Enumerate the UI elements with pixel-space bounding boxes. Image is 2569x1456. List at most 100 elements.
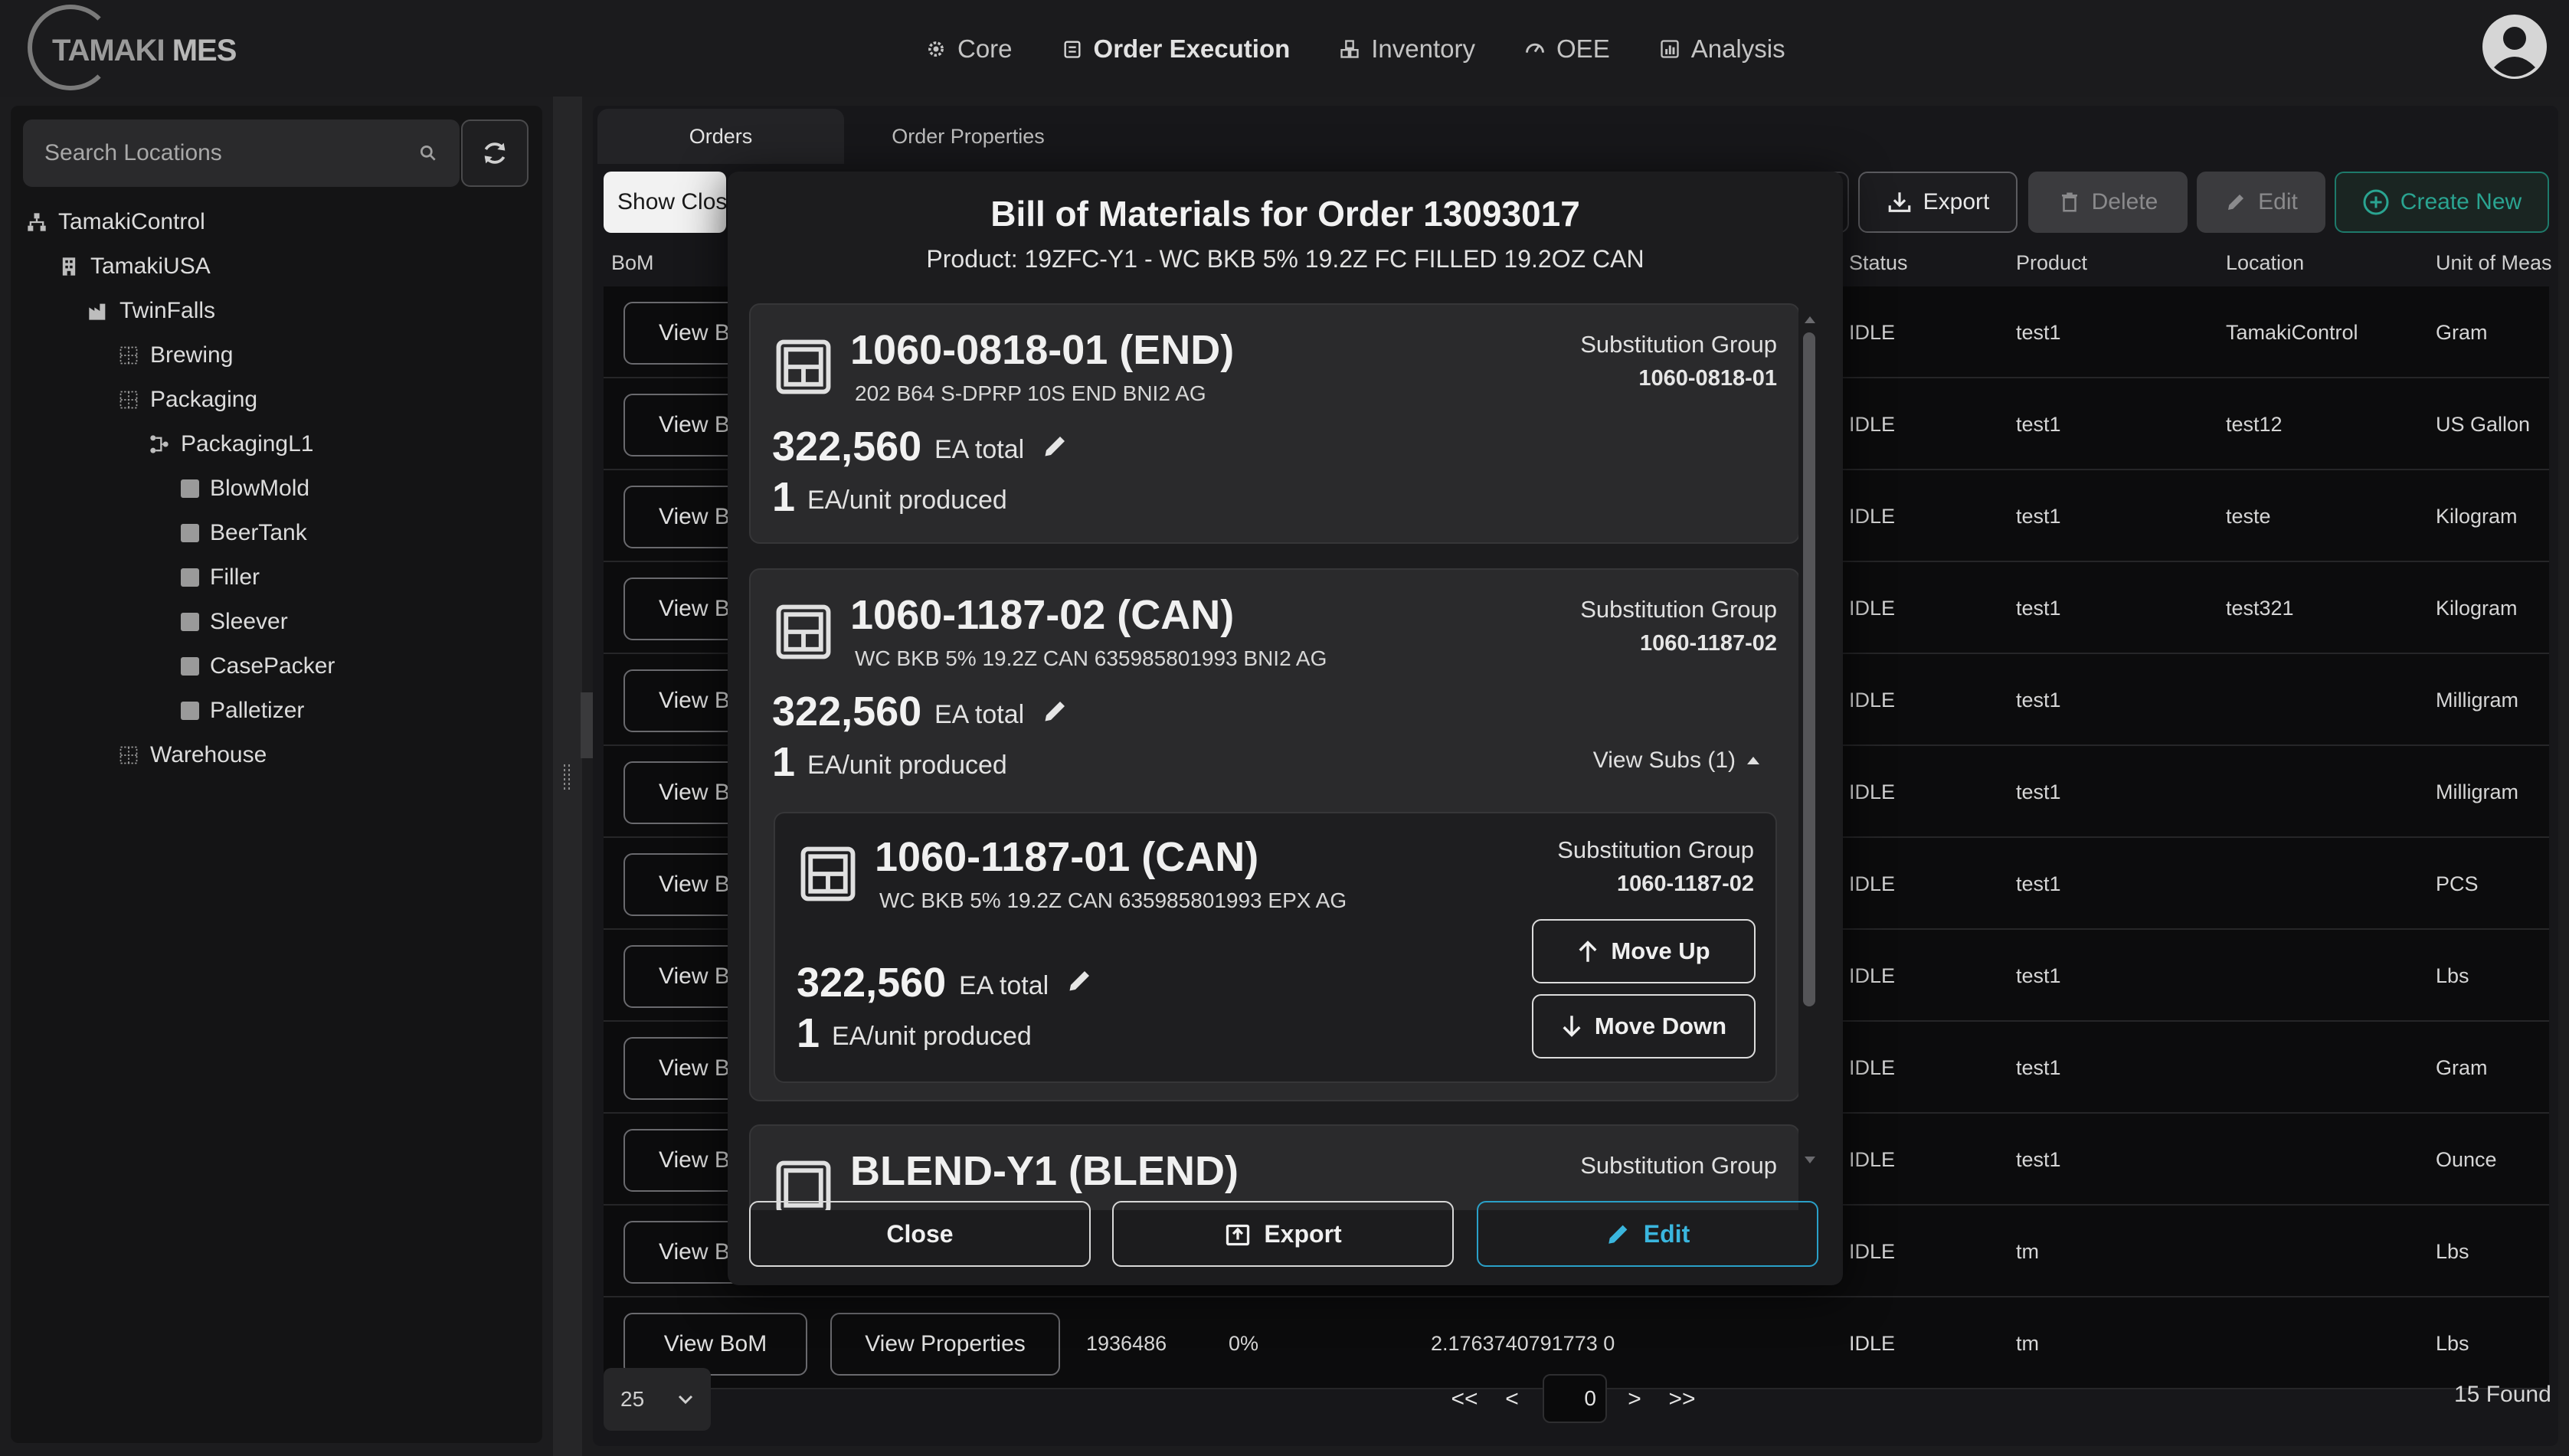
first-page-button[interactable]: <<: [1443, 1376, 1486, 1423]
create-new-button[interactable]: Create New: [2335, 172, 2549, 233]
tree-node-packagingl1[interactable]: PackagingL1: [149, 427, 313, 461]
part-description: 202 B64 S-DPRP 10S END BNI2 AG: [855, 381, 1206, 405]
quantity-total-unit: EA total: [959, 971, 1049, 1000]
pencil-icon[interactable]: [1066, 967, 1094, 994]
substitution-group-label: Substitution Group: [1580, 331, 1777, 358]
column-header-unit-of-measure[interactable]: Unit of Meas: [2436, 251, 2552, 275]
substitution-group-value: 1060-1187-02: [1640, 631, 1777, 656]
tree-node-sleever[interactable]: Sleever: [181, 605, 288, 639]
page-size-select[interactable]: 25: [604, 1368, 711, 1431]
tree-node-casepacker[interactable]: CasePacker: [181, 649, 335, 683]
page-number-input[interactable]: [1543, 1374, 1607, 1423]
quantity-total: 322,560: [797, 960, 947, 1006]
tab-order-properties[interactable]: Order Properties: [846, 109, 1091, 164]
column-header-product[interactable]: Product: [2016, 251, 2087, 275]
user-avatar-icon[interactable]: [2482, 14, 2548, 80]
column-header-bom[interactable]: BoM: [611, 251, 654, 275]
part-number: 1060-0818-01 (END): [850, 327, 1235, 373]
view-subs-toggle[interactable]: View Subs (1): [1593, 748, 1760, 774]
cell-uom: Gram: [2436, 1055, 2488, 1079]
search-input[interactable]: [44, 140, 418, 166]
caret-up-icon: [1747, 757, 1759, 764]
tree-node-beertank[interactable]: BeerTank: [181, 516, 307, 550]
modal-export-button[interactable]: Export: [1112, 1201, 1454, 1267]
cell-uom: PCS: [2436, 872, 2479, 895]
edit-button[interactable]: Edit: [2197, 172, 2325, 233]
export-button[interactable]: Export: [1858, 172, 2018, 233]
substitution-group-label: Substitution Group: [1580, 1152, 1777, 1179]
move-down-button[interactable]: Move Down: [1532, 994, 1756, 1058]
modal-subtitle: Product: 19ZFC-Y1 - WC BKB 5% 19.2Z FC F…: [926, 245, 1644, 273]
bom-modal: Bill of Materials for Order 13093017 Pro…: [728, 172, 1843, 1285]
pencil-icon[interactable]: [1042, 697, 1069, 725]
tree-node-packaging[interactable]: Packaging: [118, 383, 257, 417]
cell-status: IDLE: [1849, 596, 1896, 620]
quantity-total-unit: EA total: [934, 700, 1025, 729]
tab-orders[interactable]: Orders: [597, 109, 844, 164]
part-description: WC BKB 5% 19.2Z CAN 635985801993 BNI2 AG: [855, 646, 1327, 670]
nav-analysis[interactable]: Analysis: [1635, 28, 1810, 70]
refresh-icon: [484, 142, 506, 164]
arrow-up-icon: [1579, 941, 1597, 962]
show-closed-toggle[interactable]: Show Clos: [604, 172, 726, 233]
cell-square-icon: [181, 524, 199, 542]
cell-status: IDLE: [1849, 780, 1896, 803]
download-icon: [1888, 192, 1910, 212]
scroll-down-icon[interactable]: [1803, 1155, 1817, 1166]
modal-edit-button[interactable]: Edit: [1477, 1201, 1818, 1267]
scroll-up-icon[interactable]: [1803, 314, 1817, 325]
delete-label: Delete: [2091, 189, 2158, 214]
nav-order-execution[interactable]: Order Execution: [1037, 28, 1315, 70]
tree-node-warehouse[interactable]: Warehouse: [118, 738, 267, 772]
last-page-button[interactable]: >>: [1661, 1376, 1703, 1423]
tree-node-palletizer[interactable]: Palletizer: [181, 694, 304, 728]
tree-node-blowmold[interactable]: BlowMold: [181, 472, 309, 506]
chevron-down-icon: [678, 1395, 693, 1405]
material-icon: [800, 846, 856, 901]
refresh-button[interactable]: [461, 119, 529, 187]
clipboard-icon: [1064, 41, 1081, 58]
nav-core-label: Core: [957, 34, 1013, 63]
cell-square-icon: [181, 702, 199, 720]
move-up-button[interactable]: Move Up: [1532, 919, 1756, 983]
nav-oee[interactable]: OEE: [1500, 28, 1635, 70]
part-description: WC BKB 5% 19.2Z CAN 635985801993 EPX AG: [879, 888, 1347, 912]
tree-node-tamakicontrol[interactable]: TamakiControl: [26, 205, 205, 239]
cell-uom: Lbs: [2436, 1239, 2469, 1263]
search-icon[interactable]: [418, 143, 438, 163]
tree-node-brewing[interactable]: Brewing: [118, 339, 233, 372]
nav-oee-label: OEE: [1556, 34, 1610, 63]
cell-status: IDLE: [1849, 964, 1896, 987]
column-header-location[interactable]: Location: [2226, 251, 2304, 275]
modal-scrollbar-thumb[interactable]: [1803, 332, 1815, 1006]
cell-status: IDLE: [1849, 1331, 1896, 1355]
move-up-label: Move Up: [1611, 937, 1710, 964]
nav-core[interactable]: Core: [901, 28, 1037, 70]
plus-circle-icon: [2363, 189, 2389, 215]
cell-product: test1: [2016, 596, 2061, 620]
close-button[interactable]: Close: [749, 1201, 1091, 1267]
next-page-button[interactable]: >: [1619, 1376, 1650, 1423]
area-grid-icon: [119, 391, 138, 409]
delete-button[interactable]: Delete: [2028, 172, 2188, 233]
nav-inventory[interactable]: Inventory: [1314, 28, 1500, 70]
cell-uom: Milligram: [2436, 688, 2518, 712]
prev-page-button[interactable]: <: [1497, 1376, 1527, 1423]
column-header-status[interactable]: Status: [1849, 251, 1908, 275]
resize-grip-icon[interactable]: [561, 763, 572, 793]
cell-status: IDLE: [1849, 1239, 1896, 1263]
tree-node-twinfalls[interactable]: TwinFalls: [87, 294, 215, 328]
tree-node-label: Palletizer: [210, 698, 305, 723]
pencil-icon[interactable]: [1042, 432, 1069, 460]
cell-product: tm: [2016, 1239, 2039, 1263]
app-logo[interactable]: TAMAKI MES: [21, 5, 237, 92]
quantity-total: 322,560: [772, 689, 922, 735]
pencil-icon: [2228, 195, 2244, 210]
tree-node-tamakiusa[interactable]: TamakiUSA: [58, 250, 211, 283]
tree-node-filler[interactable]: Filler: [181, 561, 260, 594]
top-bar: TAMAKI MES Core Order Execution Inventor…: [0, 0, 2569, 97]
create-new-label: Create New: [2400, 189, 2522, 214]
cell-uom: Milligram: [2436, 780, 2518, 803]
material-icon: [776, 604, 831, 659]
cell-uom: Gram: [2436, 320, 2488, 344]
